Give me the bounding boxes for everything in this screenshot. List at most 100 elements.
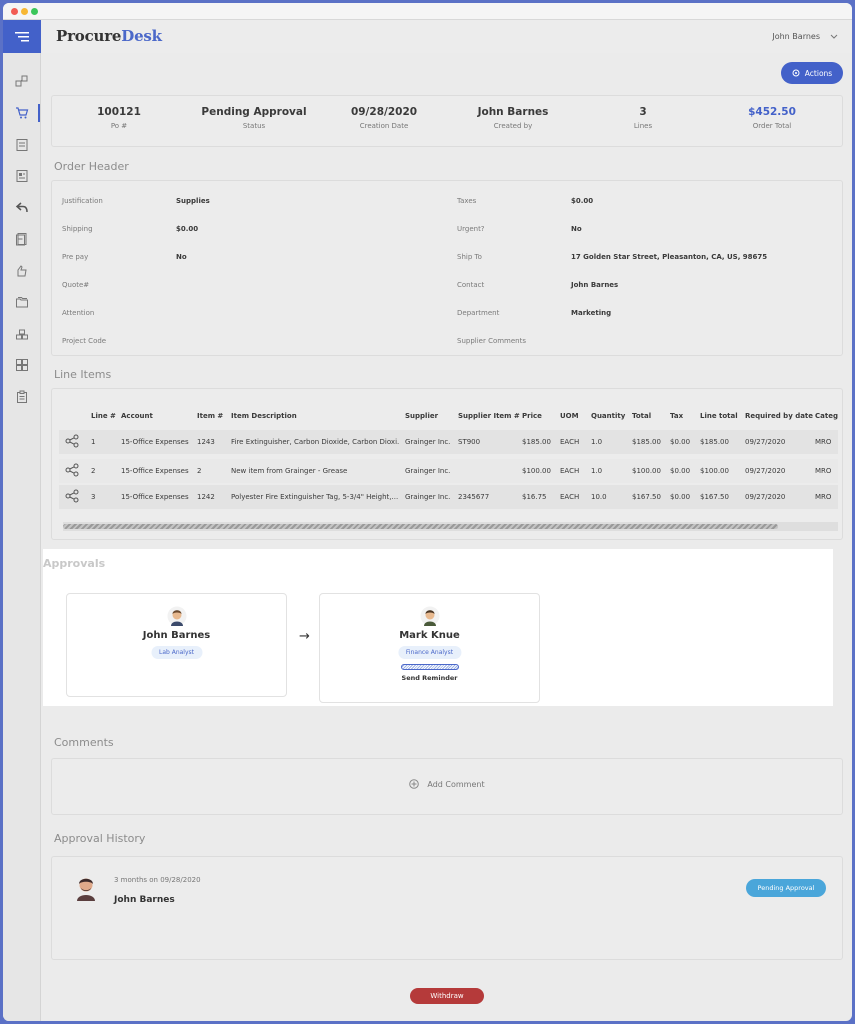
col-account[interactable]: Account bbox=[121, 412, 153, 420]
taxes-value: $0.00 bbox=[571, 197, 594, 205]
col-uom[interactable]: UOM bbox=[560, 412, 579, 420]
cell-total: $167.50 bbox=[632, 493, 661, 501]
avatar bbox=[420, 606, 439, 626]
approver-card: Mark Knue Finance Analyst Send Reminder bbox=[319, 593, 540, 703]
cell-line: 1 bbox=[91, 438, 96, 446]
cell-line-total: $185.00 bbox=[700, 438, 729, 446]
col-line[interactable]: Line # bbox=[91, 412, 116, 420]
order-header-title: Order Header bbox=[54, 160, 129, 173]
avatar bbox=[77, 878, 95, 901]
chevron-down-icon bbox=[830, 34, 838, 39]
send-reminder-button[interactable]: Send Reminder bbox=[320, 674, 539, 682]
receipt-icon[interactable] bbox=[13, 167, 31, 185]
top-bar: ProcureDesk John Barnes bbox=[42, 20, 852, 53]
summary-creation-date: 09/28/2020 Creation Date bbox=[319, 106, 449, 130]
col-category[interactable]: Categ bbox=[815, 412, 838, 420]
withdraw-button[interactable]: Withdraw bbox=[410, 988, 484, 1004]
add-comment-button[interactable]: Add Comment bbox=[52, 779, 842, 789]
logo-procure: Procure bbox=[56, 27, 122, 45]
shipping-value: $0.00 bbox=[176, 225, 199, 233]
add-comment-label: Add Comment bbox=[427, 779, 485, 789]
cell-total: $100.00 bbox=[632, 467, 661, 475]
summary-lines: 3 Lines bbox=[578, 106, 708, 130]
role-badge: Finance Analyst bbox=[397, 646, 462, 659]
horizontal-scrollbar[interactable] bbox=[63, 522, 838, 531]
minimize-window-dot[interactable] bbox=[21, 8, 28, 15]
add-circle-icon bbox=[409, 779, 420, 789]
inventory-icon[interactable] bbox=[13, 325, 31, 343]
cell-account: 15-Office Expenses bbox=[121, 493, 189, 501]
approvals-icon[interactable] bbox=[13, 262, 31, 280]
po-number: 100121 bbox=[97, 106, 141, 118]
quote-label: Quote# bbox=[62, 281, 90, 289]
cell-quantity: 10.0 bbox=[591, 493, 607, 501]
col-price[interactable]: Price bbox=[522, 412, 542, 420]
order-total-value: $452.50 bbox=[748, 106, 796, 118]
prepay-value: No bbox=[176, 253, 187, 261]
justification-value: Supplies bbox=[176, 197, 210, 205]
status-value: Pending Approval bbox=[201, 106, 307, 118]
col-total[interactable]: Total bbox=[632, 412, 651, 420]
cell-line-total: $100.00 bbox=[700, 467, 729, 475]
dashboard-icon[interactable] bbox=[13, 356, 31, 374]
cell-price: $100.00 bbox=[522, 467, 551, 475]
user-menu[interactable]: John Barnes bbox=[772, 32, 838, 41]
sidebar bbox=[3, 20, 41, 1021]
scrollbar-thumb[interactable] bbox=[63, 524, 778, 529]
clipboard-icon[interactable] bbox=[13, 388, 31, 406]
share-icon[interactable] bbox=[65, 489, 79, 503]
cell-supplier: Grainger Inc. bbox=[405, 467, 451, 475]
actions-button[interactable]: Actions bbox=[781, 62, 843, 84]
approval-history-panel: 3 months on 09/28/2020 John Barnes Pendi… bbox=[51, 856, 843, 960]
col-quantity[interactable]: Quantity bbox=[591, 412, 625, 420]
return-icon[interactable] bbox=[13, 198, 31, 216]
lines-value: 3 bbox=[639, 106, 647, 118]
col-description[interactable]: Item Description bbox=[231, 412, 297, 420]
ship-to-label: Ship To bbox=[457, 253, 482, 261]
menu-toggle-button[interactable] bbox=[3, 20, 41, 53]
cell-description: Fire Extinguisher, Carbon Dioxide, Carbo… bbox=[231, 438, 399, 446]
summary-po: 100121 Po # bbox=[54, 106, 184, 130]
approver-card: John Barnes Lab Analyst bbox=[66, 593, 287, 697]
cell-required-by: 09/27/2020 bbox=[745, 467, 786, 475]
cell-quantity: 1.0 bbox=[591, 438, 603, 446]
ship-to-value: 17 Golden Star Street, Pleasanton, CA, U… bbox=[571, 253, 768, 261]
invoice-icon[interactable] bbox=[13, 136, 31, 154]
maximize-window-dot[interactable] bbox=[31, 8, 38, 15]
procuredesk-logo[interactable]: ProcureDesk bbox=[56, 27, 162, 45]
cell-tax: $0.00 bbox=[670, 493, 691, 501]
cell-account: 15-Office Expenses bbox=[121, 438, 189, 446]
creation-date-value: 09/28/2020 bbox=[350, 106, 418, 118]
approver-name: Mark Knue bbox=[399, 630, 460, 641]
cell-account: 15-Office Expenses bbox=[121, 467, 189, 475]
col-line-total[interactable]: Line total bbox=[700, 412, 738, 420]
col-required-by[interactable]: Required by date bbox=[745, 412, 813, 420]
attention-label: Attention bbox=[62, 309, 95, 317]
share-icon[interactable] bbox=[65, 463, 79, 477]
cart-icon[interactable] bbox=[13, 104, 31, 122]
approvals-title: Approvals bbox=[43, 557, 106, 570]
active-nav-indicator bbox=[38, 104, 40, 122]
requisitions-icon[interactable] bbox=[13, 72, 31, 90]
col-tax[interactable]: Tax bbox=[670, 412, 683, 420]
share-icon[interactable] bbox=[65, 434, 79, 448]
lines-label: Lines bbox=[633, 122, 653, 130]
cell-line: 3 bbox=[91, 493, 96, 501]
col-supplier[interactable]: Supplier bbox=[405, 412, 438, 420]
cell-line-total: $167.50 bbox=[700, 493, 729, 501]
folders-icon[interactable] bbox=[13, 293, 31, 311]
justification-label: Justification bbox=[62, 197, 103, 205]
comments-title: Comments bbox=[54, 736, 114, 749]
reminder-progress[interactable] bbox=[400, 664, 459, 670]
col-item[interactable]: Item # bbox=[197, 412, 223, 420]
status-badge: Pending Approval bbox=[746, 879, 826, 897]
close-window-dot[interactable] bbox=[11, 8, 18, 15]
department-label: Department bbox=[457, 309, 500, 317]
cell-uom: EACH bbox=[560, 438, 580, 446]
app-window: ProcureDesk John Barnes Actions 100121 Po… bbox=[3, 3, 852, 1021]
comments-panel: Add Comment bbox=[51, 758, 843, 815]
logo-desk: Desk bbox=[121, 27, 162, 45]
documents-icon[interactable] bbox=[13, 230, 31, 248]
line-items-title: Line Items bbox=[54, 368, 112, 381]
col-supplier-item[interactable]: Supplier Item # bbox=[458, 412, 520, 420]
